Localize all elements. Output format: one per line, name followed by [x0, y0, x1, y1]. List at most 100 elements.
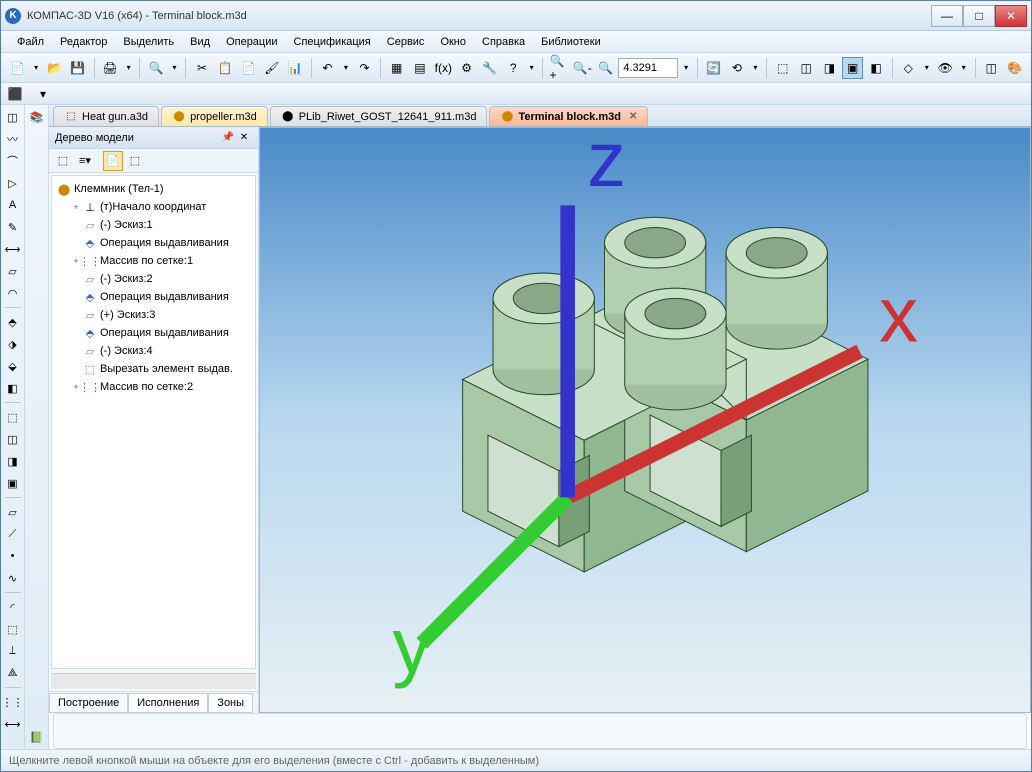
copy-button[interactable]: 📋 [215, 57, 236, 79]
tree-node-array2[interactable]: + ⋮⋮ Массив по сетке:2 [54, 378, 253, 396]
menu-view[interactable]: Вид [182, 34, 218, 50]
tree-node-sketch1[interactable]: ▱ (-) Эскиз:1 [54, 216, 253, 234]
view-button[interactable]: 👁 [935, 57, 956, 79]
tree-tb4[interactable]: ⬚ [125, 151, 145, 171]
point-icon[interactable]: • [3, 546, 23, 566]
tool-button[interactable]: 🔧 [479, 57, 500, 79]
menu-file[interactable]: Файл [9, 34, 52, 50]
maximize-button[interactable]: □ [963, 5, 995, 27]
tree-tb2[interactable]: ≡▾ [75, 151, 95, 171]
face-icon[interactable]: ▱ [3, 261, 23, 281]
close-icon[interactable]: ✕ [236, 130, 252, 146]
undo-dropdown[interactable]: ▾ [340, 57, 352, 79]
cut-sweep-icon[interactable]: ◨ [3, 451, 23, 471]
cube-icon[interactable]: ◫ [3, 107, 23, 127]
menu-operations[interactable]: Операции [218, 34, 285, 50]
secondary-stop-icon[interactable]: ⬛ [7, 86, 23, 102]
view-dropdown[interactable]: ▾ [958, 57, 970, 79]
paint-button[interactable]: 🖌 [261, 57, 282, 79]
shaded-button[interactable]: ◨ [819, 57, 840, 79]
pin-icon[interactable]: 📌 [220, 130, 236, 146]
tree-node-origin[interactable]: + ⊥ (т)Начало координат [54, 198, 253, 216]
save-button[interactable]: 💾 [67, 57, 88, 79]
sketch-icon[interactable]: ✎ [3, 217, 23, 237]
close-button[interactable]: ✕ [995, 5, 1027, 27]
tree-node-extrude2[interactable]: ⬘ Операция выдавливания [54, 288, 253, 306]
3d-viewport[interactable]: x y z [259, 127, 1031, 713]
undo-button[interactable]: ↶ [317, 57, 338, 79]
mirror-icon[interactable]: ⟷ [3, 714, 23, 734]
loft-icon[interactable]: ◧ [3, 378, 23, 398]
tree-tb3[interactable]: 📄 [103, 151, 123, 171]
shaded-edges-button[interactable]: ▣ [842, 57, 863, 79]
tree-root[interactable]: ⬤ Клеммник (Тел-1) [54, 180, 253, 198]
minimize-button[interactable]: — [931, 5, 963, 27]
wave-icon[interactable]: 〰 [3, 129, 23, 149]
zoom-out-button[interactable]: 🔍- [572, 57, 593, 79]
sweep-icon[interactable]: ⬙ [3, 356, 23, 376]
triangle-icon[interactable]: ▷ [3, 173, 23, 193]
axis-icon[interactable]: ⟋ [3, 524, 23, 544]
perspective-dropdown[interactable]: ▾ [921, 57, 933, 79]
render-button[interactable]: ◧ [865, 57, 886, 79]
revolve-icon[interactable]: ⬗ [3, 334, 23, 354]
new-dropdown[interactable]: ▾ [30, 57, 42, 79]
settings-button[interactable]: ⚙ [456, 57, 477, 79]
perspective-button[interactable]: ◇ [898, 57, 919, 79]
cut-button[interactable]: ✂ [191, 57, 212, 79]
tree-node-extrude3[interactable]: ⬘ Операция выдавливания [54, 324, 253, 342]
menu-libraries[interactable]: Библиотеки [533, 34, 609, 50]
rib-icon[interactable]: ⟘ [3, 641, 23, 661]
tree-tab-exec[interactable]: Исполнения [128, 693, 208, 713]
plane-icon[interactable]: ▱ [3, 502, 23, 522]
print-dropdown[interactable]: ▾ [123, 57, 135, 79]
zoom-in-button[interactable]: 🔍+ [548, 57, 569, 79]
arc-icon[interactable]: ⌒ [3, 151, 23, 171]
tab-heat-gun[interactable]: ⬚ Heat gun.a3d [53, 106, 159, 126]
fx-button[interactable]: f(x) [433, 57, 454, 79]
open-button[interactable]: 📂 [44, 57, 65, 79]
tree-node-sketch2[interactable]: ▱ (-) Эскиз:2 [54, 270, 253, 288]
zoom-dropdown[interactable]: ▾ [680, 57, 692, 79]
tree-tb1[interactable]: ⬚ [53, 151, 73, 171]
lib2-icon[interactable]: 📗 [27, 727, 47, 747]
tree-node-array1[interactable]: + ⋮⋮ Массив по сетке:1 [54, 252, 253, 270]
menu-specification[interactable]: Спецификация [286, 34, 379, 50]
cut-extrude-icon[interactable]: ⬚ [3, 407, 23, 427]
surface-icon[interactable]: ◠ [3, 283, 23, 303]
tree-scrollbar[interactable] [51, 673, 256, 689]
tree-tab-build[interactable]: Построение [49, 693, 128, 713]
cut-revolve-icon[interactable]: ◫ [3, 429, 23, 449]
shell-icon[interactable]: ⬚ [3, 619, 23, 639]
zoom-fit-button[interactable]: 🔍 [595, 57, 616, 79]
tree-node-sketch4[interactable]: ▱ (-) Эскиз:4 [54, 342, 253, 360]
menu-select[interactable]: Выделить [115, 34, 182, 50]
tree-node-sketch3[interactable]: ▱ (+) Эскиз:3 [54, 306, 253, 324]
dims-icon[interactable]: ⟷ [3, 239, 23, 259]
help-button[interactable]: ? [503, 57, 524, 79]
menu-help[interactable]: Справка [474, 34, 533, 50]
tree-node-extrude1[interactable]: ⬘ Операция выдавливания [54, 234, 253, 252]
tree-body[interactable]: ⬤ Клеммник (Тел-1) + ⊥ (т)Начало координ… [51, 175, 256, 669]
lib-icon[interactable]: 📚 [27, 107, 47, 127]
orbit-button[interactable]: ⟲ [726, 57, 747, 79]
menu-window[interactable]: Окно [432, 34, 474, 50]
zoom-input[interactable] [618, 58, 678, 78]
extrude-icon[interactable]: ⬘ [3, 312, 23, 332]
text-icon[interactable]: A [3, 195, 23, 215]
layers-button[interactable]: ▤ [409, 57, 430, 79]
tree-node-cut[interactable]: ⬚ Вырезать элемент выдав. [54, 360, 253, 378]
menu-edit[interactable]: Редактор [52, 34, 115, 50]
properties-button[interactable]: 📊 [285, 57, 306, 79]
fillet-icon[interactable]: ◜ [3, 597, 23, 617]
hidden-button[interactable]: ◫ [795, 57, 816, 79]
axis-widget[interactable]: x y z [280, 108, 1031, 692]
preview-dropdown[interactable]: ▾ [169, 57, 181, 79]
help-dropdown[interactable]: ▾ [526, 57, 538, 79]
expand-icon[interactable]: + [70, 202, 82, 212]
secondary-dropdown[interactable]: ▾ [35, 86, 51, 102]
cut-loft-icon[interactable]: ▣ [3, 473, 23, 493]
material-button[interactable]: 🎨 [1004, 57, 1025, 79]
print-button[interactable]: 🖨 [100, 57, 121, 79]
tree-tab-zones[interactable]: Зоны [208, 693, 253, 713]
